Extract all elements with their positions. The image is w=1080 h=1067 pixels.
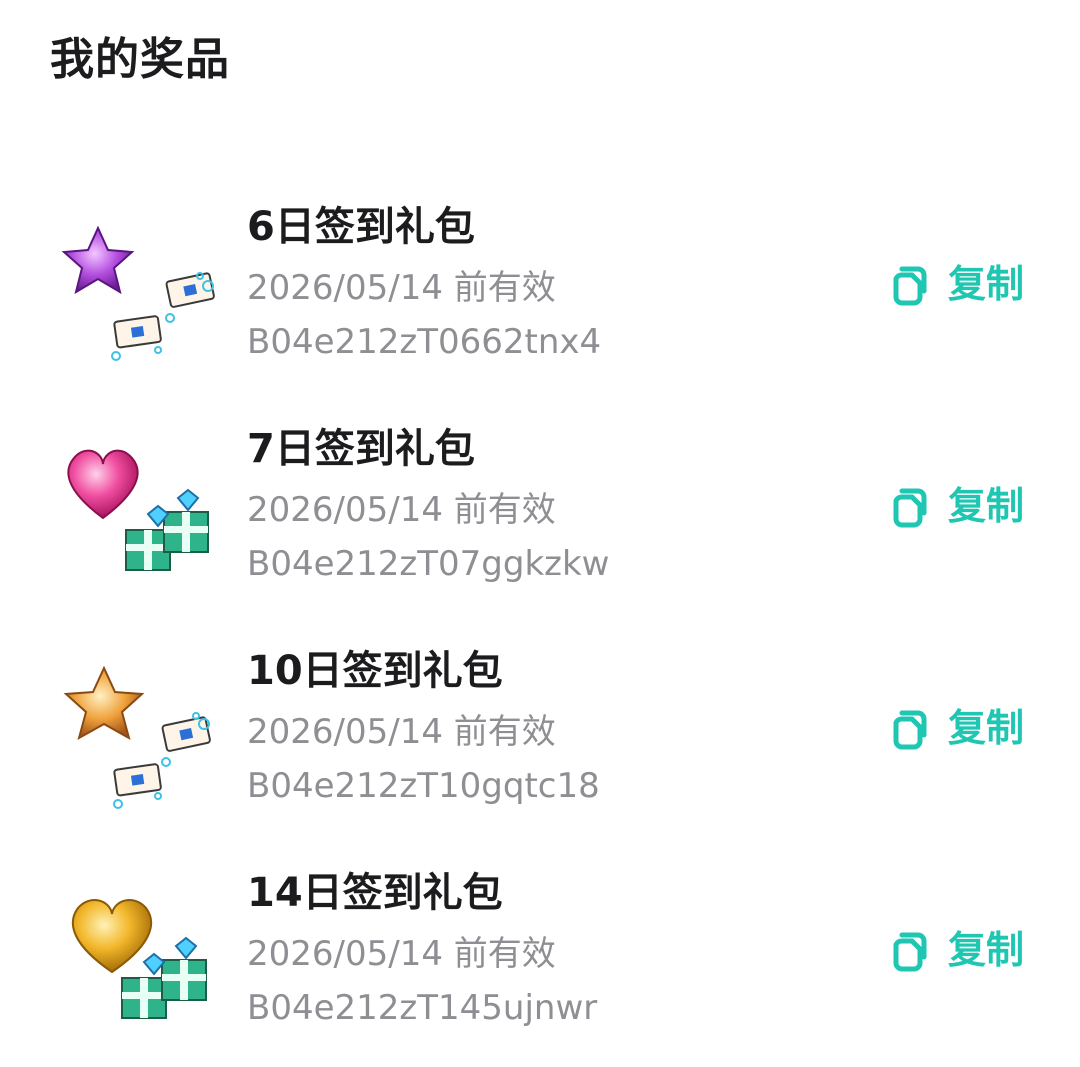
prize-name: 10日签到礼包 (247, 648, 503, 694)
page-title: 我的奖品 (50, 34, 230, 85)
copy-icon (893, 932, 927, 972)
copy-label: 复制 (948, 262, 1025, 306)
prize-expiry: 2026/05/14 前有效 (247, 268, 556, 308)
prize-code: B04e212zT07ggkzkw (247, 544, 610, 584)
pink-heart-with-gift-boxes-icon (58, 422, 218, 592)
prize-expiry: 2026/05/14 前有效 (247, 934, 556, 974)
prize-item: 7日签到礼包 2026/05/14 前有效 B04e212zT07ggkzkw … (0, 412, 1080, 612)
copy-button[interactable]: 复制 (888, 260, 1024, 308)
copy-icon (893, 710, 927, 750)
orange-star-with-tickets-icon (58, 644, 218, 814)
copy-button[interactable]: 复制 (888, 926, 1024, 974)
prize-name: 6日签到礼包 (247, 204, 475, 250)
gold-heart-with-gift-boxes-icon (58, 866, 218, 1036)
prize-code: B04e212zT10gqtc18 (247, 766, 600, 806)
copy-label: 复制 (948, 706, 1025, 750)
purple-star-with-tickets-icon (58, 200, 218, 370)
copy-label: 复制 (948, 484, 1025, 528)
prize-item: 6日签到礼包 2026/05/14 前有效 B04e212zT0662tnx4 … (0, 190, 1080, 390)
prize-name: 14日签到礼包 (247, 870, 503, 916)
prize-expiry: 2026/05/14 前有效 (247, 490, 556, 530)
prize-item: 10日签到礼包 2026/05/14 前有效 B04e212zT10gqtc18… (0, 634, 1080, 834)
prize-code: B04e212zT0662tnx4 (247, 322, 602, 362)
copy-icon (893, 266, 927, 306)
copy-label: 复制 (948, 928, 1025, 972)
prize-expiry: 2026/05/14 前有效 (247, 712, 556, 752)
copy-button[interactable]: 复制 (888, 704, 1024, 752)
copy-button[interactable]: 复制 (888, 482, 1024, 530)
prize-code: B04e212zT145ujnwr (247, 988, 598, 1028)
copy-icon (893, 488, 927, 528)
prize-item: 14日签到礼包 2026/05/14 前有效 B04e212zT145ujnwr… (0, 856, 1080, 1056)
prize-name: 7日签到礼包 (247, 426, 475, 472)
